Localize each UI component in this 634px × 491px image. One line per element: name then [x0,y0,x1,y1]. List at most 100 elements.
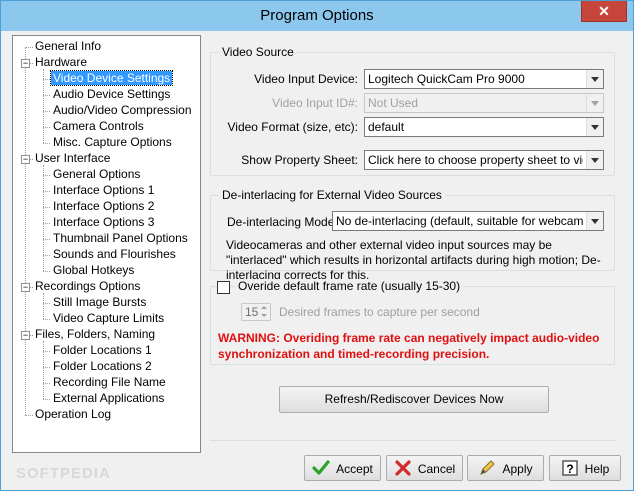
tree-item[interactable]: Folder Locations 2 [51,359,154,375]
tree-item[interactable]: Recording File Name [51,375,168,391]
video-input-id-value: Not Used [368,96,419,110]
apply-label: Apply [502,461,533,476]
tree-item-label: Misc. Capture Options [53,135,172,149]
footer-separator [210,440,615,441]
help-button[interactable]: ? Help [549,455,621,481]
options-tree[interactable]: General Info Hardware − Video Device Settin… [12,35,201,453]
tree-connector [43,351,50,352]
close-button[interactable]: ✕ [581,1,627,22]
help-question-icon: ? [562,460,578,476]
tree-category[interactable]: Operation Log [33,407,113,423]
chevron-down-icon[interactable] [586,212,603,230]
desired-frames-label: Desired frames to capture per second [279,305,480,319]
tree-item[interactable]: Thumbnail Panel Options [51,231,190,247]
tree-category[interactable]: Files, Folders, Naming [33,327,157,343]
chevron-down-icon[interactable] [586,118,603,136]
tree-branch-line [43,341,44,399]
tree-item[interactable]: Still Image Bursts [51,295,148,311]
tree-category[interactable]: Hardware [33,55,89,71]
program-options-window: Program Options ✕ General Info Hardware − V… [0,0,634,491]
accept-label: Accept [336,461,373,476]
tree-item-label: External Applications [53,391,165,405]
tree-item-label: Thumbnail Panel Options [53,231,188,245]
video-input-id-label: Video Input ID#: [272,96,358,110]
show-property-sheet-combo[interactable]: Click here to choose property sheet to v… [364,150,604,170]
framerate-group: Overide default frame rate (usually 15-3… [210,279,615,365]
deinterlacing-mode-value: No de-interlacing (default, suitable for… [336,214,583,228]
tree-connector [43,79,50,80]
tree-connector [25,415,33,416]
chevron-down-icon [586,94,603,112]
apply-button[interactable]: Apply [467,455,544,481]
spin-down-icon [259,312,270,320]
cancel-label: Cancel [417,461,456,476]
deinterlacing-mode-label: De-interlacing Mode: [227,215,338,229]
tree-item[interactable]: Misc. Capture Options [51,135,174,151]
tree-item[interactable]: Interface Options 1 [51,183,156,199]
tree-connector [43,303,50,304]
tree-category[interactable]: General Info [33,39,103,55]
tree-root-line [25,47,26,415]
chevron-down-icon[interactable] [586,151,603,169]
video-input-id-combo: Not Used [364,93,604,113]
video-source-group: Video Source Video Input Device: Logitec… [210,45,615,176]
tree-item[interactable]: Interface Options 3 [51,215,156,231]
framerate-spinner-value: 15 [245,305,259,319]
deinterlacing-group-label: De-interlacing for External Video Source… [219,188,445,202]
tree-item[interactable]: Sounds and Flourishes [51,247,178,263]
video-format-label: Video Format (size, etc): [227,120,359,134]
cancel-x-icon [395,460,411,476]
pencil-icon [480,460,496,475]
help-label: Help [584,461,610,476]
tree-item-label: Video Device Settings [49,70,174,86]
video-format-combo[interactable]: default [364,117,604,137]
tree-item[interactable]: Audio Device Settings [51,87,172,103]
tree-collapse-icon[interactable]: − [21,155,30,164]
tree-connector [43,111,50,112]
tree-item-label: Audio Device Settings [53,87,171,101]
tree-item-label: Audio/Video Compression [53,103,192,117]
show-property-sheet-value: Click here to choose property sheet to v… [368,153,583,167]
tree-collapse-icon[interactable]: − [21,283,30,292]
video-input-device-value: Logitech QuickCam Pro 9000 [368,72,525,86]
tree-item[interactable]: Video Capture Limits [51,311,166,327]
tree-item[interactable]: Interface Options 2 [51,199,156,215]
deinterlacing-description: Videocameras and other external video in… [226,238,601,282]
deinterlacing-mode-combo[interactable]: No de-interlacing (default, suitable for… [332,211,604,231]
tree-item[interactable]: Global Hotkeys [51,263,136,279]
tree-item-label: Operation Log [35,407,112,421]
tree-item[interactable]: Audio/Video Compression [51,103,194,119]
window-title: Program Options [260,7,374,24]
tree-item[interactable]: General Options [51,167,142,183]
tree-category[interactable]: User Interface [33,151,112,167]
accept-button[interactable]: Accept [304,455,381,481]
checkmark-icon [312,460,330,475]
chevron-down-icon[interactable] [586,70,603,88]
tree-item[interactable]: Video Device Settings [49,70,174,87]
tree-item-label: Folder Locations 2 [53,359,152,373]
tree-item[interactable]: Folder Locations 1 [51,343,154,359]
tree-item[interactable]: Camera Controls [51,119,146,135]
video-format-value: default [368,120,405,134]
tree-item-label: General Options [53,167,141,181]
tree-category[interactable]: Recordings Options [33,279,142,295]
tree-item-label: Files, Folders, Naming [35,327,156,341]
refresh-devices-button[interactable]: Refresh/Rediscover Devices Now [279,386,549,413]
tree-connector [43,207,50,208]
tree-connector [43,127,50,128]
video-input-device-combo[interactable]: Logitech QuickCam Pro 9000 [364,69,604,89]
svg-text:?: ? [566,462,573,476]
tree-collapse-icon[interactable]: − [21,331,30,340]
tree-connector [43,319,50,320]
tree-item-label: Recordings Options [35,279,141,293]
tree-connector [43,367,50,368]
tree-item-label: Hardware [35,55,88,69]
tree-item-label: Sounds and Flourishes [53,247,176,261]
tree-item[interactable]: External Applications [51,391,166,407]
cancel-button[interactable]: Cancel [386,455,463,481]
tree-collapse-icon[interactable]: − [21,59,30,68]
video-source-group-label: Video Source [219,45,297,59]
spin-up-icon [259,304,270,312]
override-framerate-checkbox[interactable] [217,281,230,294]
override-framerate-label[interactable]: Overide default frame rate (usually 15-3… [235,279,464,293]
